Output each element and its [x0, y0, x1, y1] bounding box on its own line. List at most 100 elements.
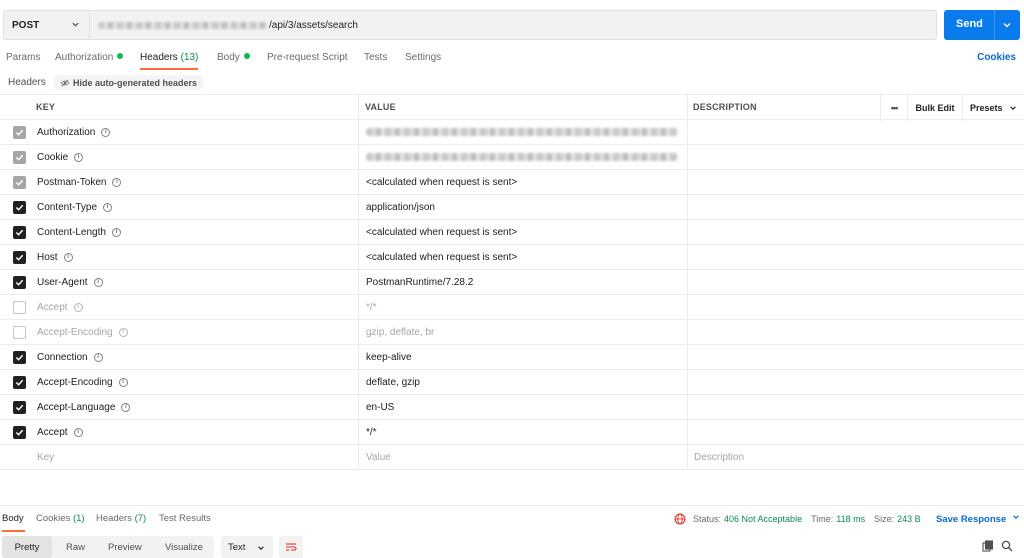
response-tab-cookies[interactable]: Cookies (1) — [36, 513, 85, 524]
header-row: Postman-Token i <calculated when request i… — [0, 170, 1024, 195]
header-key-cell[interactable]: Accept-Encoding i — [37, 370, 128, 394]
header-value-cell[interactable]: */* — [366, 420, 377, 444]
header-value-cell[interactable]: PostmanRuntime/7.28.2 — [366, 270, 473, 294]
method-select[interactable]: POST — [3, 10, 89, 40]
header-value: application/json — [366, 201, 435, 213]
save-response-button[interactable]: Save Response — [936, 513, 1020, 525]
request-bar: POST /api/3/assets/search Send — [0, 10, 1024, 40]
header-value-cell[interactable]: */* — [366, 295, 377, 319]
more-options-button[interactable]: ••• — [880, 95, 907, 121]
bulk-edit-button[interactable]: Bulk Edit — [907, 95, 962, 121]
new-description-input[interactable]: Description — [694, 445, 744, 469]
tab-settings[interactable]: Settings — [405, 52, 441, 63]
info-icon[interactable]: i — [118, 377, 128, 387]
send-options-chevron-icon[interactable] — [1002, 20, 1012, 30]
globe-error-icon[interactable] — [674, 513, 686, 525]
tab-headers[interactable]: Headers (13) — [140, 52, 198, 63]
header-value-cell[interactable]: application/json — [366, 195, 435, 219]
new-key-input[interactable]: Key — [37, 445, 54, 469]
view-pretty[interactable]: Pretty — [2, 536, 52, 558]
header-enabled-checkbox[interactable] — [13, 401, 26, 414]
info-icon[interactable]: i — [63, 252, 73, 262]
send-button[interactable]: Send — [944, 10, 1020, 40]
header-key-cell[interactable]: Authorization i — [37, 120, 111, 144]
header-value-cell[interactable]: <calculated when request is sent> — [366, 245, 517, 269]
info-icon[interactable]: i — [112, 177, 122, 187]
header-value: <calculated when request is sent> — [366, 251, 518, 263]
info-icon[interactable]: i — [121, 402, 131, 412]
header-value-cell[interactable]: gzip, deflate, br — [366, 320, 434, 344]
header-value-cell[interactable]: <calculated when request is sent> — [366, 170, 517, 194]
header-enabled-checkbox[interactable] — [13, 426, 26, 439]
info-icon[interactable]: i — [118, 327, 128, 337]
wrap-lines-button[interactable] — [279, 536, 303, 558]
header-key: Authorization — [37, 126, 96, 138]
header-key-cell[interactable]: Connection i — [37, 345, 103, 369]
header-key-cell[interactable]: Cookie i — [37, 145, 84, 169]
header-key-cell[interactable]: Accept i — [37, 295, 83, 319]
tab-body[interactable]: Body — [217, 52, 250, 63]
header-enabled-checkbox[interactable] — [13, 251, 26, 264]
copy-icon[interactable] — [982, 540, 994, 552]
header-enabled-checkbox[interactable] — [13, 176, 26, 189]
tab-tests[interactable]: Tests — [364, 52, 387, 63]
tab-authorization[interactable]: Authorization — [55, 52, 124, 63]
header-value-cell[interactable]: en-US — [366, 395, 394, 419]
header-key-cell[interactable]: Host i — [37, 245, 73, 269]
header-value-cell[interactable] — [366, 145, 678, 169]
presets-label: Presets — [970, 103, 1003, 113]
active-response-tab-indicator — [2, 530, 25, 532]
info-icon[interactable]: i — [73, 302, 83, 312]
header-key-cell[interactable]: Content-Length i — [37, 220, 121, 244]
header-key-cell[interactable]: Postman-Token i — [37, 170, 122, 194]
info-icon[interactable]: i — [101, 127, 111, 137]
header-value: */* — [366, 426, 377, 438]
header-enabled-checkbox[interactable] — [13, 326, 26, 339]
info-icon[interactable]: i — [73, 427, 83, 437]
header-value-cell[interactable]: <calculated when request is sent> — [366, 220, 517, 244]
new-value-input[interactable]: Value — [366, 445, 391, 469]
header-row: Authorization i — [0, 120, 1024, 145]
format-select[interactable]: Text — [221, 536, 273, 558]
response-tab-test-results[interactable]: Test Results — [159, 513, 211, 524]
header-enabled-checkbox[interactable] — [13, 151, 26, 164]
cookies-link[interactable]: Cookies — [977, 52, 1016, 63]
header-enabled-checkbox[interactable] — [13, 276, 26, 289]
view-mode-switch: Pretty Raw Preview Visualize — [2, 536, 214, 558]
url-input[interactable]: /api/3/assets/search — [89, 10, 937, 40]
response-tab-headers[interactable]: Headers (7) — [96, 513, 146, 524]
hide-auto-headers-button[interactable]: Hide auto-generated headers — [54, 75, 204, 90]
header-row: Cookie i — [0, 145, 1024, 170]
info-icon[interactable]: i — [93, 352, 103, 362]
info-icon[interactable]: i — [103, 202, 113, 212]
header-enabled-checkbox[interactable] — [13, 126, 26, 139]
info-icon[interactable]: i — [93, 277, 103, 287]
response-meta: Status: 406 Not Acceptable Time: 118 ms Si… — [674, 513, 930, 525]
header-enabled-checkbox[interactable] — [13, 201, 26, 214]
header-enabled-checkbox[interactable] — [13, 376, 26, 389]
chevron-down-icon — [1009, 106, 1016, 110]
header-enabled-checkbox[interactable] — [13, 351, 26, 364]
header-value: PostmanRuntime/7.28.2 — [366, 276, 474, 288]
tab-params[interactable]: Params — [6, 52, 40, 63]
header-value-cell[interactable] — [366, 120, 678, 144]
view-preview[interactable]: Preview — [98, 536, 152, 558]
header-key-cell[interactable]: Accept i — [37, 420, 83, 444]
header-key-cell[interactable]: Content-Type i — [37, 195, 113, 219]
response-tab-body[interactable]: Body — [2, 513, 24, 524]
view-visualize[interactable]: Visualize — [155, 536, 213, 558]
tab-pre-request-script[interactable]: Pre-request Script — [267, 52, 348, 63]
header-key-cell[interactable]: Accept-Encoding i — [37, 320, 128, 344]
header-value-cell[interactable]: keep-alive — [366, 345, 412, 369]
header-key-cell[interactable]: Accept-Language i — [37, 395, 131, 419]
header-enabled-checkbox[interactable] — [13, 301, 26, 314]
view-raw[interactable]: Raw — [56, 536, 95, 558]
info-icon[interactable]: i — [74, 152, 84, 162]
header-enabled-checkbox[interactable] — [13, 226, 26, 239]
presets-dropdown[interactable]: Presets — [962, 95, 1024, 121]
tab-count: (7) — [134, 513, 147, 524]
info-icon[interactable]: i — [111, 227, 121, 237]
header-value-cell[interactable]: deflate, gzip — [366, 370, 420, 394]
search-icon[interactable] — [1001, 540, 1013, 552]
header-key-cell[interactable]: User-Agent i — [37, 270, 103, 294]
